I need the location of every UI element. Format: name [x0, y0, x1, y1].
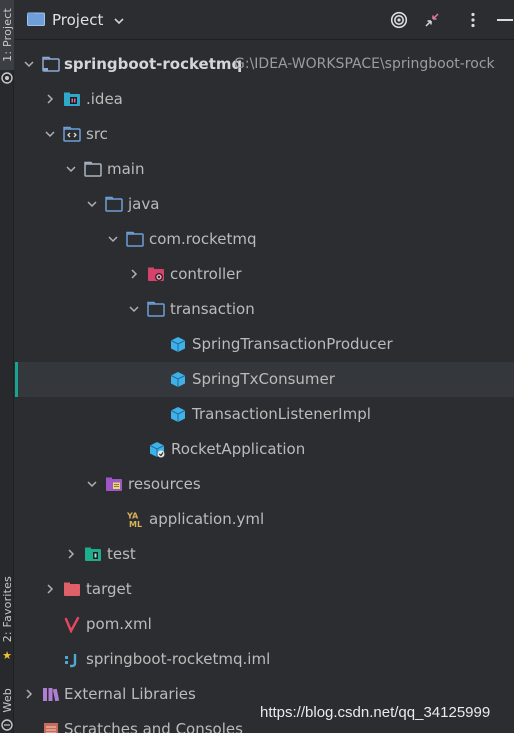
chevron-down-icon[interactable] — [23, 58, 35, 70]
scratches-icon — [44, 723, 58, 733]
svg-text:ML: ML — [129, 520, 142, 528]
folder-icon — [27, 12, 45, 26]
maven-file-icon — [64, 616, 80, 633]
excluded-folder-icon — [64, 582, 80, 596]
chevron-right-icon[interactable] — [23, 688, 35, 700]
tree-transaction-label: transaction — [170, 300, 255, 318]
tree-resources-label: resources — [128, 475, 201, 493]
target-icon[interactable] — [390, 11, 408, 29]
yaml-file-icon: YA ML — [127, 512, 142, 529]
tree-row-test[interactable]: test — [15, 537, 514, 572]
tree-test-label: test — [107, 545, 136, 563]
tree-row-yml[interactable]: YA ML application.yml — [15, 502, 514, 537]
project-view-header: Project — [15, 0, 514, 40]
tree-yml-label: application.yml — [149, 510, 265, 528]
chevron-down-icon[interactable] — [128, 303, 140, 315]
chevron-down-icon[interactable] — [65, 163, 77, 175]
chevron-down-icon[interactable] — [44, 128, 56, 140]
library-icon — [43, 688, 60, 702]
resources-folder-icon — [106, 477, 122, 491]
package-folder-icon — [126, 231, 144, 247]
class-icon — [170, 337, 186, 352]
star-icon: ★ — [2, 649, 12, 662]
tree-idea-label: .idea — [86, 90, 123, 108]
tree-row-listener[interactable]: TransactionListenerImpl — [15, 397, 514, 432]
spring-boot-class-icon — [149, 442, 165, 458]
tree-src-label: src — [86, 125, 108, 143]
tree-producer-label: SpringTransactionProducer — [192, 335, 393, 353]
class-icon — [170, 407, 186, 422]
source-folder-icon — [63, 126, 81, 142]
web-icon — [1, 719, 13, 731]
tree-libraries-label: External Libraries — [64, 685, 196, 703]
tree-package-label: com.rocketmq — [149, 230, 257, 248]
chevron-down-icon[interactable] — [113, 15, 125, 27]
project-view-title[interactable]: Project — [52, 11, 103, 29]
minimize-icon[interactable] — [496, 11, 514, 29]
test-folder-icon — [85, 547, 101, 561]
tree-row-pom[interactable]: pom.xml — [15, 607, 514, 642]
tree-row-producer[interactable]: SpringTransactionProducer — [15, 327, 514, 362]
tree-root-path: G:\IDEA-WORKSPACE\springboot-rock — [234, 56, 495, 72]
chevron-right-icon[interactable] — [44, 93, 56, 105]
tree-row-consumer[interactable]: SpringTxConsumer — [15, 362, 514, 397]
tree-java-label: java — [128, 195, 160, 213]
package-folder-icon — [147, 301, 165, 317]
watermark-text: https://blog.csdn.net/qq_34125999 — [260, 704, 491, 721]
tree-application-label: RocketApplication — [171, 440, 306, 458]
tree-pom-label: pom.xml — [86, 615, 152, 633]
chevron-right-icon[interactable] — [65, 548, 77, 560]
chevron-down-icon[interactable] — [86, 478, 98, 490]
tree-row-iml[interactable]: springboot-rocketmq.iml — [15, 642, 514, 677]
folder-icon — [84, 161, 102, 177]
more-icon[interactable] — [464, 11, 482, 29]
controller-folder-icon — [148, 267, 164, 281]
idea-folder-icon — [64, 92, 80, 106]
tree-row-transaction[interactable]: transaction — [15, 292, 514, 327]
class-icon — [170, 372, 186, 387]
tree-scratches-label: Scratches and Consoles — [64, 720, 243, 733]
tree-row-src[interactable]: src — [15, 117, 514, 152]
tree-row-controller[interactable]: controller — [15, 257, 514, 292]
project-tree: springboot-rocketmq G:\IDEA-WORKSPACE\sp… — [15, 47, 514, 733]
favorites-tool-tab[interactable]: 2: Favorites — [0, 572, 14, 646]
tree-listener-label: TransactionListenerImpl — [192, 405, 371, 423]
tree-consumer-label: SpringTxConsumer — [192, 370, 335, 388]
tool-window-stripe: 1: Project 2: Favorites ★ Web — [0, 0, 14, 733]
chevron-right-icon[interactable] — [128, 268, 140, 280]
web-tool-tab-label: Web — [0, 687, 14, 713]
tree-row-root[interactable]: springboot-rocketmq G:\IDEA-WORKSPACE\sp… — [15, 47, 514, 82]
tree-row-java[interactable]: java — [15, 187, 514, 222]
web-tool-tab[interactable]: Web — [0, 684, 14, 716]
tree-row-target[interactable]: target — [15, 572, 514, 607]
tree-row-package[interactable]: com.rocketmq — [15, 222, 514, 257]
project-tool-tab[interactable]: 1: Project — [0, 0, 14, 70]
tree-root-label: springboot-rocketmq — [64, 55, 243, 73]
chevron-down-icon[interactable] — [107, 233, 119, 245]
tree-iml-label: springboot-rocketmq.iml — [86, 650, 271, 668]
tree-controller-label: controller — [170, 265, 242, 283]
project-tool-icon — [1, 72, 13, 84]
tree-target-label: target — [86, 580, 132, 598]
module-folder-icon — [42, 56, 60, 72]
tree-row-main[interactable]: main — [15, 152, 514, 187]
tree-main-label: main — [107, 160, 145, 178]
project-tool-tab-label: 1: Project — [0, 8, 14, 62]
source-root-folder-icon — [105, 196, 123, 212]
tree-row-idea[interactable]: .idea — [15, 82, 514, 117]
chevron-right-icon[interactable] — [44, 583, 56, 595]
collapse-icon[interactable] — [423, 11, 441, 29]
tree-row-application[interactable]: RocketApplication — [15, 432, 514, 467]
module-file-icon — [65, 654, 77, 668]
chevron-down-icon[interactable] — [86, 198, 98, 210]
favorites-tool-tab-label: 2: Favorites — [0, 575, 14, 643]
tree-row-resources[interactable]: resources — [15, 467, 514, 502]
